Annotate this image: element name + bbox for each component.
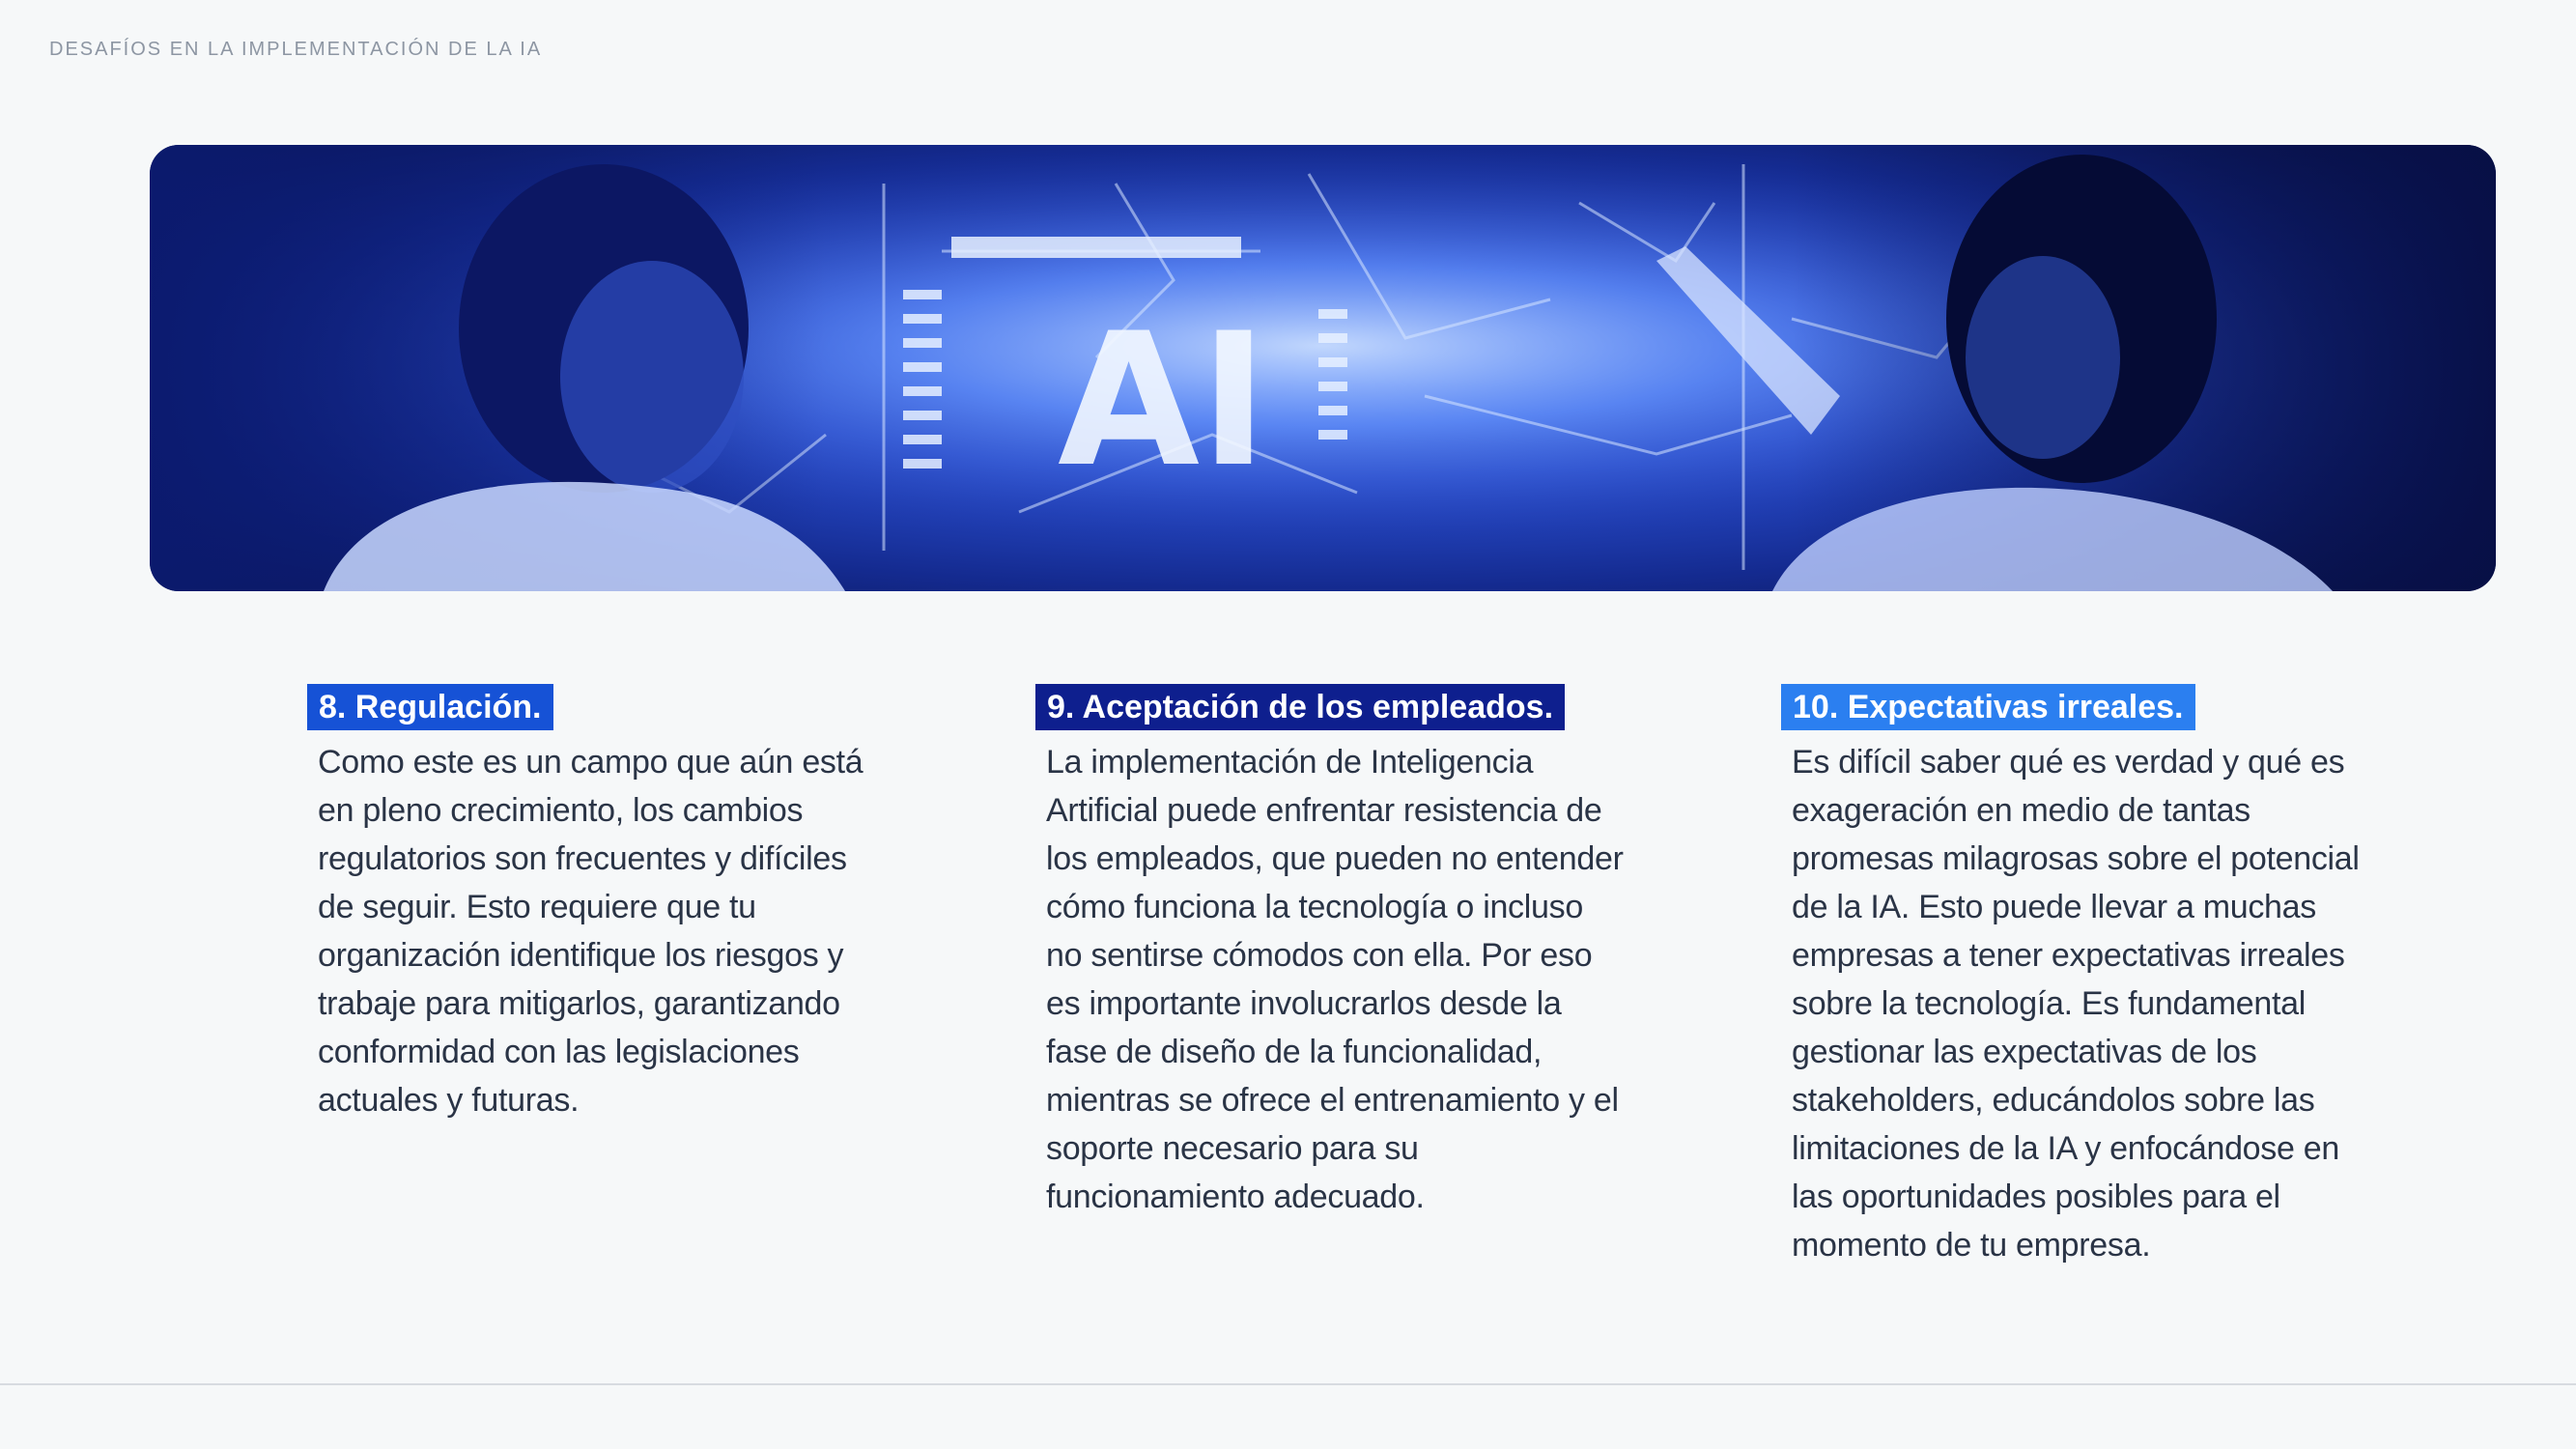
ai-letters: AI <box>1058 294 1268 507</box>
section-title: 10. Expectativas irreales. <box>1781 684 2195 730</box>
section-expectativas-irreales: 10. Expectativas irreales. Es difícil sa… <box>1781 684 2361 1351</box>
footer-divider <box>0 1383 2576 1385</box>
hero-image: AI <box>150 145 2496 591</box>
page-header-label: DESAFÍOS EN LA IMPLEMENTACIÓN DE LA IA <box>49 39 543 60</box>
section-regulacion: 8. Regulación. Como este es un campo que… <box>307 684 867 1124</box>
section-body: Es difícil saber qué es verdad y qué es … <box>1792 744 2360 1264</box>
section-body: La implementación de Inteligencia Artifi… <box>1046 744 1624 1215</box>
section-body: Como este es un campo que aún está en pl… <box>318 744 863 1119</box>
section-title: 9. Aceptación de los empleados. <box>1035 684 1566 730</box>
section-title: 8. Regulación. <box>307 684 553 730</box>
ai-illustration: AI <box>150 145 2496 591</box>
section-aceptacion-empleados: 9. Aceptación de los empleados. La imple… <box>1035 684 1625 1221</box>
